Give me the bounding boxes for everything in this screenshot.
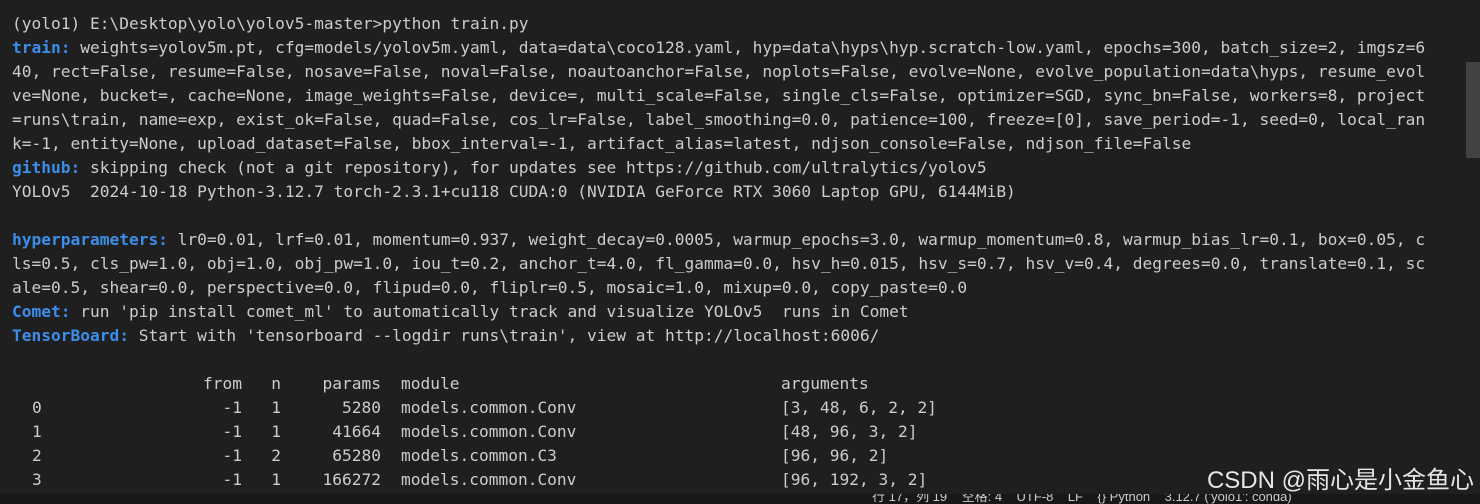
row-from: -1	[222, 446, 243, 465]
train-args-line: k=-1, entity=None, upload_dataset=False,…	[12, 134, 1192, 153]
train-args-line: train: weights=yolov5m.pt, cfg=models/yo…	[12, 36, 1462, 60]
row-arguments: [48, 96, 3, 2]	[781, 422, 918, 441]
hyperparameters-line: ale=0.5, shear=0.0, perspective=0.0, fli…	[12, 278, 968, 297]
hyperparameters-tag: hyperparameters:	[12, 230, 168, 249]
row-index: 1	[32, 422, 42, 441]
terminal-scrollbar[interactable]	[1466, 0, 1480, 494]
command-prompt-line: (yolo1) E:\Desktop\yolo\yolov5-master>py…	[12, 14, 529, 33]
status-bar: 行 17，列 19 空格: 4 UTF-8 LF {} Python 3.12.…	[0, 494, 1480, 504]
table-row: 0 -1 1 5280 models.common.Conv [3, 48, 6…	[12, 396, 1462, 420]
row-n: 1	[271, 422, 281, 441]
github-text: skipping check (not a git repository), f…	[80, 158, 987, 177]
row-from: -1	[222, 398, 243, 417]
yolo-info-line: YOLOv5 2024-10-18 Python-3.12.7 torch-2.…	[12, 182, 1016, 201]
header-n: n	[271, 374, 281, 393]
header-arguments: arguments	[781, 374, 869, 393]
header-module: module	[401, 374, 460, 393]
tensorboard-line: TensorBoard: Start with 'tensorboard --l…	[12, 324, 1462, 348]
row-from: -1	[222, 422, 243, 441]
train-args-line: 40, rect=False, resume=False, nosave=Fal…	[12, 62, 1426, 81]
row-n: 2	[271, 446, 281, 465]
row-params: 65280	[332, 446, 381, 465]
row-index: 3	[32, 470, 42, 489]
row-arguments: [3, 48, 6, 2, 2]	[781, 398, 937, 417]
github-tag: github:	[12, 158, 81, 177]
row-arguments: [96, 192, 3, 2]	[781, 470, 928, 489]
row-params: 5280	[342, 398, 381, 417]
row-module: models.common.Conv	[401, 422, 577, 441]
row-module: models.common.Conv	[401, 398, 577, 417]
hyperparameters-line: hyperparameters: lr0=0.01, lrf=0.01, mom…	[12, 228, 1462, 252]
row-from: -1	[222, 470, 243, 489]
header-from: from	[203, 374, 242, 393]
comet-text: run 'pip install comet_ml' to automatica…	[70, 302, 909, 321]
tensorboard-tag: TensorBoard:	[12, 326, 129, 345]
row-module: models.common.C3	[401, 446, 557, 465]
header-params: params	[322, 374, 381, 393]
watermark: CSDN @雨心是小金鱼心	[1206, 467, 1474, 494]
model-table-header: from n params module arguments	[12, 372, 1462, 396]
row-arguments: [96, 96, 2]	[781, 446, 889, 465]
row-index: 0	[32, 398, 42, 417]
row-params: 166272	[322, 470, 381, 489]
scrollbar-thumb[interactable]	[1466, 62, 1480, 158]
comet-tag: Comet:	[12, 302, 71, 321]
row-n: 1	[271, 470, 281, 489]
terminal-output[interactable]: (yolo1) E:\Desktop\yolo\yolov5-master>py…	[0, 0, 1462, 494]
train-args-line: ve=None, bucket=, cache=None, image_weig…	[12, 86, 1426, 105]
row-module: models.common.Conv	[401, 470, 577, 489]
train-args-line: =runs\train, name=exp, exist_ok=False, q…	[12, 110, 1426, 129]
github-line: github: skipping check (not a git reposi…	[12, 156, 1462, 180]
hyperparameters-text: lr0=0.01, lrf=0.01, momentum=0.937, weig…	[167, 230, 1426, 249]
row-params: 41664	[332, 422, 381, 441]
row-n: 1	[271, 398, 281, 417]
table-row: 1 -1 1 41664 models.common.Conv [48, 96,…	[12, 420, 1462, 444]
tensorboard-text: Start with 'tensorboard --logdir runs\tr…	[128, 326, 880, 345]
train-args-text: weights=yolov5m.pt, cfg=models/yolov5m.y…	[70, 38, 1426, 57]
train-tag: train:	[12, 38, 71, 57]
row-index: 2	[32, 446, 42, 465]
status-bar-text[interactable]: 行 17，列 19 空格: 4 UTF-8 LF {} Python 3.12.…	[872, 494, 1292, 504]
hyperparameters-line: ls=0.5, cls_pw=1.0, obj=1.0, obj_pw=1.0,…	[12, 254, 1426, 273]
header-index	[12, 372, 172, 396]
comet-line: Comet: run 'pip install comet_ml' to aut…	[12, 300, 1462, 324]
